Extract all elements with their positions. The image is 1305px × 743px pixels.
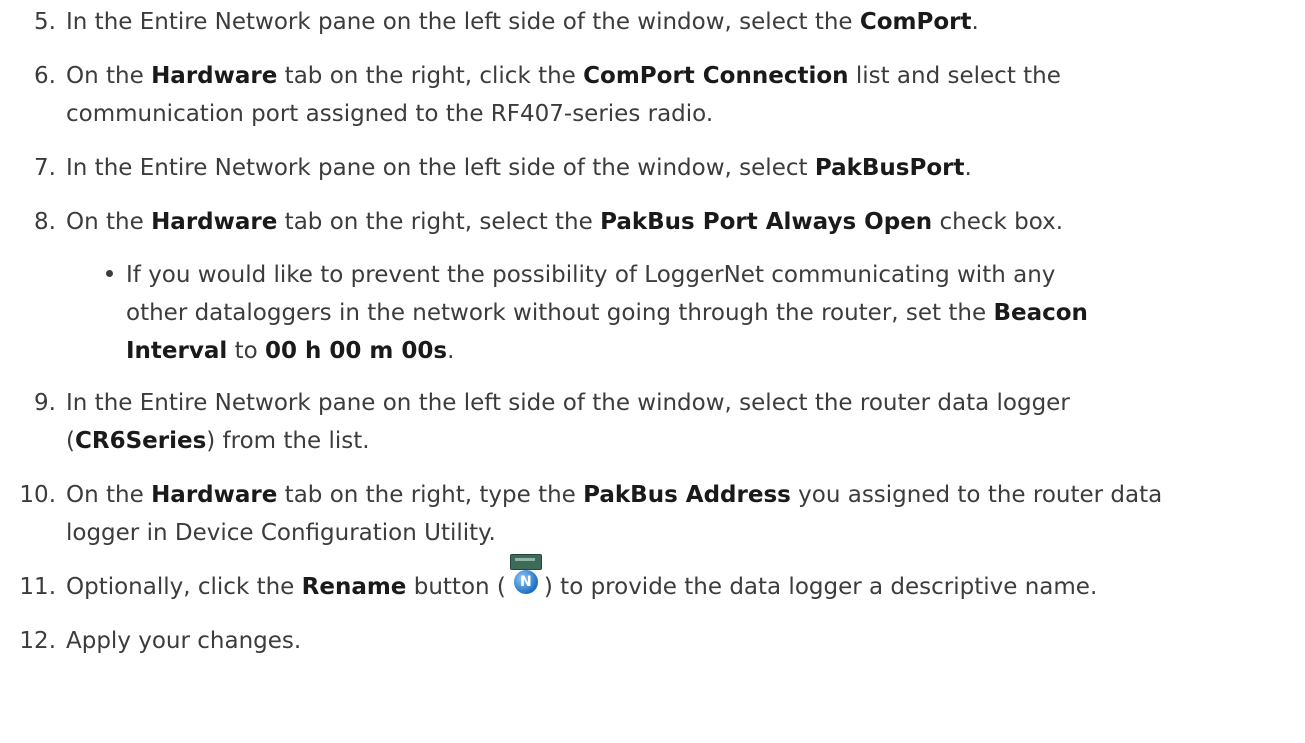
step-number: 10.	[19, 482, 56, 508]
ui-term: PakBus Address	[583, 482, 791, 508]
bullet-dot	[106, 270, 113, 277]
step-text: On the Hardware tab on the right, click …	[66, 63, 1061, 127]
ui-term: Hardware	[151, 209, 278, 235]
ui-term: PakBusPort	[814, 155, 965, 181]
note-text: If you would like to prevent the possibi…	[126, 262, 1088, 364]
step-text: Optionally, click the Rename button (N) …	[66, 554, 1296, 606]
ui-term: ComPort	[859, 9, 972, 35]
step-number: 5.	[34, 9, 56, 35]
ui-term: Beacon	[993, 300, 1088, 326]
ui-term: ComPort Connection	[583, 63, 849, 89]
step-number: 9.	[34, 390, 56, 416]
ui-term: Hardware	[151, 482, 278, 508]
step-number: 8.	[34, 209, 56, 235]
circuit-board-icon	[509, 554, 542, 570]
step-text: In the Entire Network pane on the left s…	[66, 155, 972, 181]
ui-term: CR6Series	[74, 428, 207, 454]
step-text: On the Hardware tab on the right, select…	[66, 209, 1064, 235]
step-number: 7.	[34, 155, 56, 181]
ui-term: Interval	[126, 338, 228, 364]
step-number: 6.	[34, 63, 56, 89]
ui-term: PakBus Port Always Open	[600, 209, 933, 235]
ui-value: 00 h 00 m 00s	[264, 338, 448, 364]
ui-term: Rename	[301, 574, 407, 600]
step-text: In the Entire Network pane on the left s…	[66, 390, 1070, 454]
ui-term: Hardware	[151, 63, 278, 89]
globe-icon: N	[513, 570, 538, 594]
step-text: Apply your changes.	[66, 628, 302, 654]
rename-logger-icon: N	[508, 554, 542, 598]
step-text: In the Entire Network pane on the left s…	[66, 9, 979, 35]
step-text: On the Hardware tab on the right, type t…	[66, 482, 1163, 546]
step-number: 11.	[19, 574, 56, 600]
step-number: 12.	[19, 628, 56, 654]
